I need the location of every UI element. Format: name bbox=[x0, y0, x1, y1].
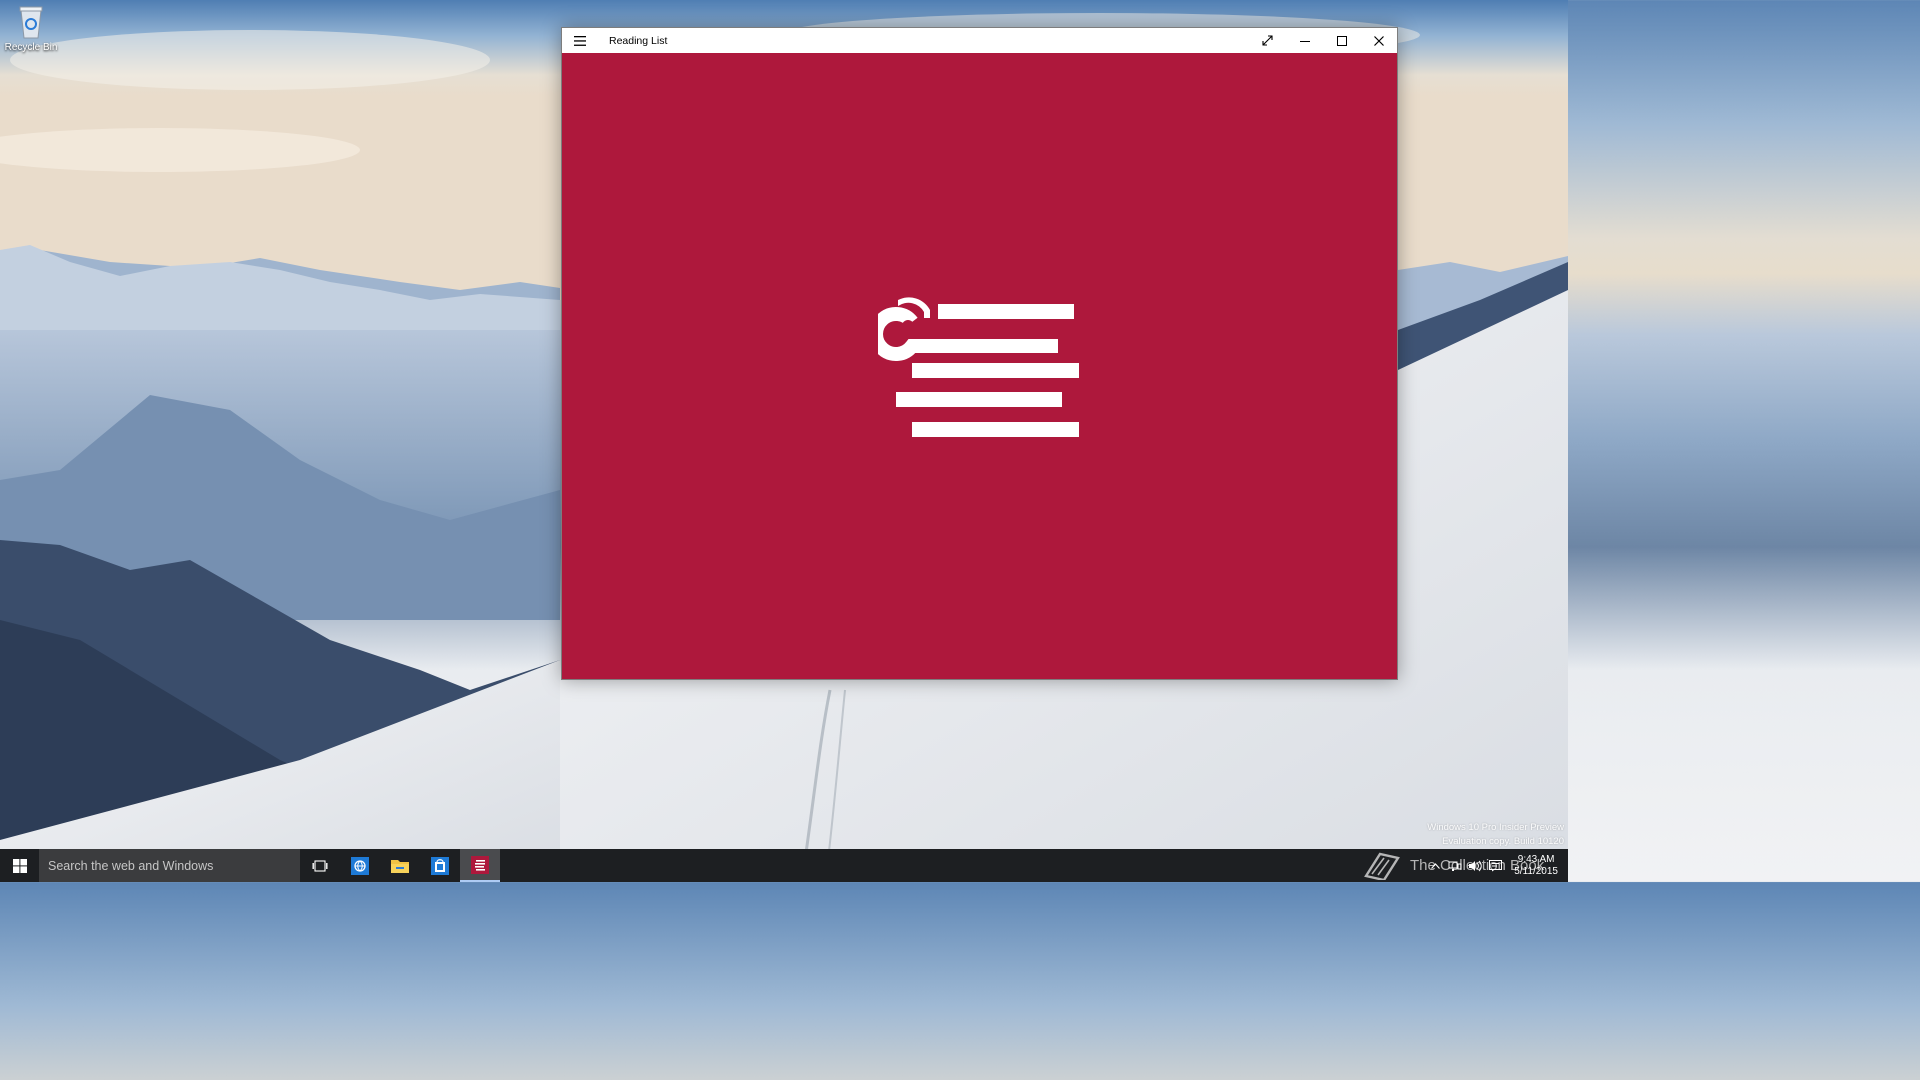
maximize-button[interactable] bbox=[1323, 28, 1360, 53]
network-icon bbox=[1448, 861, 1462, 871]
book-logo-icon bbox=[1364, 852, 1400, 880]
taskbar-store[interactable] bbox=[420, 849, 460, 882]
expand-icon bbox=[1262, 35, 1273, 46]
chevron-up-icon bbox=[1430, 862, 1440, 869]
tray-overflow-button[interactable] bbox=[1428, 859, 1442, 873]
task-view-icon bbox=[312, 859, 328, 872]
reading-list-logo-icon bbox=[878, 297, 1079, 437]
store-icon bbox=[431, 856, 449, 875]
close-icon bbox=[1373, 35, 1384, 46]
minimize-icon bbox=[1299, 40, 1310, 42]
title-bar[interactable]: Reading List bbox=[562, 28, 1397, 53]
expand-button[interactable] bbox=[1249, 28, 1286, 53]
build-watermark: Windows 10 Pro Insider Preview Evaluatio… bbox=[1427, 821, 1564, 849]
clock-date: 5/11/2015 bbox=[1514, 865, 1558, 877]
splash-screen bbox=[562, 53, 1397, 679]
file-explorer-icon bbox=[391, 859, 409, 873]
edge-icon bbox=[351, 856, 369, 875]
recycle-bin-label: Recycle Bin bbox=[4, 42, 58, 53]
recycle-bin-icon bbox=[16, 4, 46, 40]
windows-logo-icon bbox=[12, 858, 27, 873]
taskbar-file-explorer[interactable] bbox=[380, 849, 420, 882]
minimize-button[interactable] bbox=[1286, 28, 1323, 53]
taskbar: Search the web and Windows The Collectio… bbox=[0, 849, 1568, 882]
task-view-button[interactable] bbox=[300, 849, 340, 882]
action-center-icon bbox=[1488, 859, 1502, 871]
window-title: Reading List bbox=[609, 34, 668, 47]
reading-list-window[interactable]: Reading List bbox=[561, 27, 1398, 680]
close-button[interactable] bbox=[1360, 28, 1397, 53]
taskbar-reading-list[interactable] bbox=[460, 849, 500, 882]
start-button[interactable] bbox=[0, 849, 39, 882]
taskbar-edge[interactable] bbox=[340, 849, 380, 882]
action-center-button[interactable] bbox=[1488, 859, 1502, 873]
maximize-icon bbox=[1336, 35, 1347, 46]
reading-list-icon bbox=[471, 855, 489, 874]
volume-icon bbox=[1469, 860, 1482, 871]
system-tray: 9:43 AM 5/11/2015 bbox=[1428, 849, 1558, 882]
clock-time: 9:43 AM bbox=[1517, 853, 1555, 865]
recycle-bin[interactable]: Recycle Bin bbox=[0, 4, 62, 53]
watermark-edition: Windows 10 Pro Insider Preview bbox=[1427, 822, 1564, 833]
network-button[interactable] bbox=[1448, 859, 1462, 873]
hamburger-icon[interactable] bbox=[562, 28, 598, 53]
volume-button[interactable] bbox=[1468, 859, 1482, 873]
watermark-build: Evaluation copy. Build 10120 bbox=[1442, 836, 1564, 847]
clock[interactable]: 9:43 AM 5/11/2015 bbox=[1514, 854, 1558, 878]
search-box[interactable]: Search the web and Windows bbox=[39, 849, 300, 882]
search-placeholder: Search the web and Windows bbox=[48, 858, 214, 873]
